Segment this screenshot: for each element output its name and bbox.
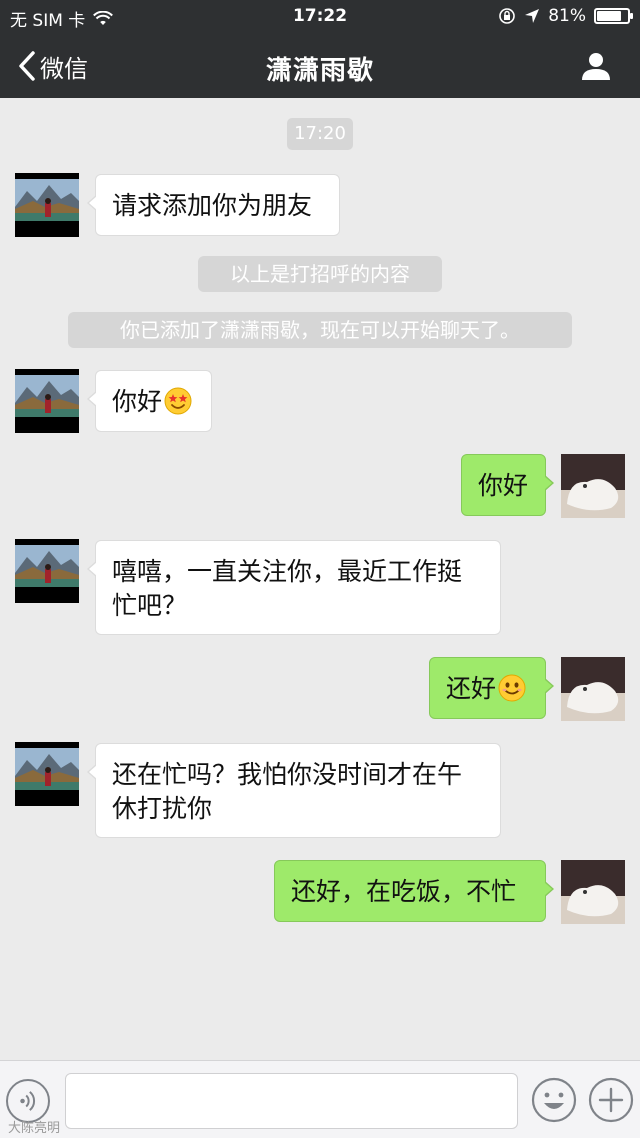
timestamp-pill: 17:20	[287, 118, 353, 150]
message-bubble-outgoing[interactable]: 还好，在吃饭，不忙	[274, 860, 554, 922]
message-input[interactable]	[65, 1073, 518, 1129]
battery-level	[597, 11, 622, 21]
contact-avatar[interactable]	[15, 539, 79, 603]
message-bubble-incoming[interactable]: 还在忙吗？我怕你没时间才在午 休打扰你	[87, 743, 501, 838]
chat-title: 潇潇雨歇	[265, 56, 374, 86]
message-text-line: 休打扰你	[112, 794, 213, 823]
message-text: 还好	[446, 674, 497, 703]
message-text: 请求添加你为朋友	[112, 191, 313, 220]
contact-avatar[interactable]	[15, 742, 79, 806]
message-text: 你好	[478, 471, 529, 500]
message-bubble-outgoing[interactable]: 还好	[429, 657, 554, 719]
nav-bar: 微信 潇潇雨歇	[0, 34, 640, 98]
message-text-line: 还在忙吗？我怕你没时间才在午	[112, 760, 463, 789]
my-avatar[interactable]	[561, 454, 625, 518]
battery-icon	[594, 8, 633, 24]
message-text-line: 忙吧？	[112, 591, 188, 620]
message-bubble-incoming[interactable]: 你好	[87, 370, 212, 432]
message-text-line: 嘻嘻，一直关注你，最近工作挺	[112, 557, 463, 586]
status-bar: 无 SIM 卡 17:22 81%	[0, 0, 640, 34]
location-arrow-icon	[525, 9, 540, 23]
smile-emoji-icon	[498, 674, 526, 702]
rotation-lock-icon	[499, 8, 516, 24]
system-notice: 你已添加了潇潇雨歇，现在可以开始聊天了。	[68, 312, 572, 348]
message-bubble-incoming[interactable]: 嘻嘻，一直关注你，最近工作挺 忙吧？	[87, 540, 501, 635]
system-notice: 以上是打招呼的内容	[198, 256, 442, 292]
status-right: 81%	[498, 6, 633, 26]
message-text: 你好	[112, 387, 163, 416]
chat-area[interactable]: 17:20 请求添加你为朋友 以上是打招呼的内容 你已添加了潇潇雨歇，现在可以开…	[0, 98, 640, 1060]
input-bar	[0, 1060, 640, 1138]
message-text: 还好，在吃饭，不忙	[291, 877, 517, 906]
smiley-icon[interactable]	[531, 1077, 577, 1123]
message-bubble-outgoing[interactable]: 你好	[461, 454, 554, 516]
plus-icon[interactable]	[588, 1077, 634, 1123]
contact-profile-icon[interactable]	[580, 50, 612, 82]
contact-avatar[interactable]	[15, 369, 79, 433]
contact-avatar[interactable]	[15, 173, 79, 237]
battery-percent: 81%	[548, 6, 586, 26]
message-bubble-incoming[interactable]: 请求添加你为朋友	[87, 174, 340, 236]
my-avatar[interactable]	[561, 657, 625, 721]
my-avatar[interactable]	[561, 860, 625, 924]
star-eyes-emoji-icon	[164, 387, 192, 415]
watermark: 大陈亮明	[8, 1121, 61, 1136]
